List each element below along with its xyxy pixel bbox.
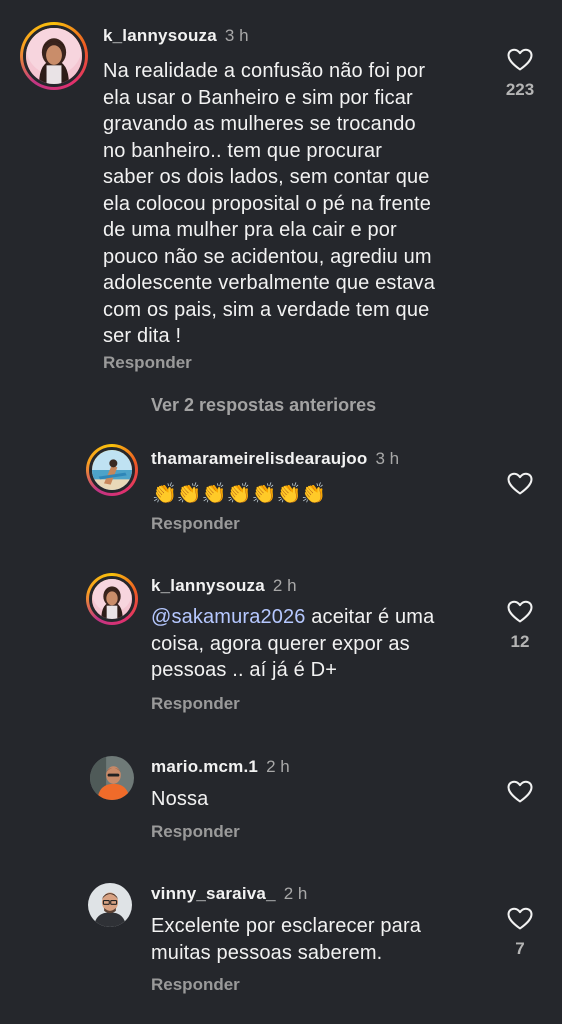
username-link[interactable]: k_lannysouza bbox=[151, 576, 265, 595]
comment-text: Nossa bbox=[151, 788, 209, 810]
view-replies-link[interactable]: Ver 2 respostas anteriores bbox=[151, 395, 376, 416]
avatar[interactable] bbox=[90, 756, 134, 800]
username-link[interactable]: mario.mcm.1 bbox=[151, 757, 258, 776]
username-link[interactable]: k_lannysouza bbox=[103, 26, 217, 45]
heart-icon bbox=[507, 600, 533, 624]
reply-button[interactable]: Responder bbox=[151, 975, 240, 995]
reply-button[interactable]: Responder bbox=[151, 514, 240, 534]
timestamp: 3 h bbox=[224, 26, 249, 45]
profile-photo-woman-icon bbox=[92, 579, 132, 619]
avatar[interactable] bbox=[20, 22, 88, 90]
comment-text: @sakamura2026 aceitar é uma coisa, agora… bbox=[151, 604, 434, 684]
like-button[interactable]: 223 bbox=[505, 48, 535, 100]
timestamp: 2 h bbox=[283, 884, 308, 903]
comment-text: 👏👏👏👏👏👏👏 bbox=[152, 483, 327, 505]
avatar[interactable] bbox=[88, 883, 132, 927]
comment-header: k_lannysouza 3 h bbox=[103, 26, 249, 46]
comment-text: Excelente por esclarecer para muitas pes… bbox=[151, 915, 422, 964]
comment-header: vinny_saraiva_ 2 h bbox=[151, 884, 307, 904]
like-button[interactable] bbox=[505, 780, 535, 804]
like-count: 223 bbox=[505, 80, 535, 99]
heart-icon bbox=[507, 48, 533, 72]
avatar[interactable] bbox=[86, 573, 138, 625]
avatar[interactable] bbox=[86, 444, 138, 496]
like-count: 7 bbox=[515, 939, 525, 958]
reply-button[interactable]: Responder bbox=[151, 694, 240, 714]
profile-photo-beach-icon bbox=[92, 450, 132, 490]
like-count: 12 bbox=[510, 632, 530, 651]
like-button[interactable]: 7 bbox=[505, 907, 535, 959]
mention-link[interactable]: @sakamura2026 bbox=[151, 606, 306, 628]
username-link[interactable]: thamarameirelisdearaujoo bbox=[151, 449, 367, 468]
comment-header: mario.mcm.1 2 h bbox=[151, 757, 290, 777]
like-button[interactable]: 12 bbox=[505, 600, 535, 652]
heart-icon bbox=[507, 472, 533, 496]
heart-icon bbox=[507, 780, 533, 804]
profile-photo-woman-icon bbox=[26, 28, 82, 84]
username-link[interactable]: vinny_saraiva_ bbox=[151, 884, 276, 903]
timestamp: 2 h bbox=[266, 757, 290, 776]
comment-text: Na realidade a confusão não foi por ela … bbox=[103, 60, 435, 347]
profile-photo-man-orange-icon bbox=[90, 756, 134, 800]
like-button[interactable] bbox=[505, 472, 535, 496]
heart-icon bbox=[507, 907, 533, 931]
profile-photo-man-glasses-icon bbox=[88, 883, 132, 927]
reply-button[interactable]: Responder bbox=[103, 353, 192, 373]
comment-header: k_lannysouza 2 h bbox=[151, 576, 297, 596]
timestamp: 3 h bbox=[375, 449, 400, 468]
comment-header: thamarameirelisdearaujoo 3 h bbox=[151, 449, 399, 469]
reply-button[interactable]: Responder bbox=[151, 822, 240, 842]
timestamp: 2 h bbox=[272, 576, 297, 595]
